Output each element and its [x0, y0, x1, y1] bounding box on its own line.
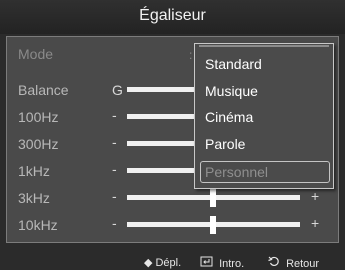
minus-label: -: [112, 161, 117, 177]
equalizer-screen: Égaliseur Mode : Balance G 100Hz - 300Hz…: [0, 0, 345, 270]
mode-label: Mode: [18, 46, 54, 62]
page-title: Égaliseur: [0, 0, 345, 34]
balance-left-label: G: [112, 82, 123, 98]
dropdown-option-standard[interactable]: Standard: [205, 56, 262, 72]
footer-enter: Intro.: [200, 256, 244, 270]
minus-label: -: [112, 215, 117, 231]
dropdown-option-musique[interactable]: Musique: [205, 83, 258, 99]
mode-value: :: [189, 48, 193, 62]
enter-icon: [200, 256, 216, 270]
mode-dropdown[interactable]: Standard Musique Cinéma Parole Personnel: [194, 43, 334, 189]
plus-label: +: [311, 188, 320, 204]
return-icon: [268, 256, 283, 270]
band-label: 3kHz: [18, 190, 50, 206]
band-row-10khz[interactable]: 10kHz - +: [7, 214, 340, 236]
band-row-3khz[interactable]: 3kHz - +: [7, 187, 340, 209]
band-label: 10kHz: [18, 217, 58, 233]
return-label: Retour: [286, 258, 320, 270]
minus-label: -: [112, 107, 117, 123]
band-label: 300Hz: [18, 136, 59, 152]
dropdown-option-personnel[interactable]: Personnel: [205, 164, 268, 180]
balance-label: Balance: [18, 82, 69, 98]
dropdown-option-parole[interactable]: Parole: [205, 136, 245, 152]
band-slider-knob[interactable]: [210, 189, 216, 207]
dropdown-option-cinema[interactable]: Cinéma: [205, 109, 253, 125]
enter-label: Intro.: [219, 258, 245, 270]
move-label: Dépl.: [155, 257, 182, 269]
footer-help-bar: ◆ Dépl. Intro. Retour: [0, 255, 345, 270]
footer-return: Retour: [268, 256, 319, 270]
minus-label: -: [112, 188, 117, 204]
minus-label: -: [112, 134, 117, 150]
band-slider-knob[interactable]: [210, 216, 216, 234]
plus-label: +: [311, 215, 320, 231]
move-arrows-icon: ◆: [144, 257, 153, 269]
band-label: 100Hz: [18, 109, 59, 125]
band-label: 1kHz: [18, 163, 50, 179]
footer-move: ◆ Dépl.: [144, 256, 181, 269]
